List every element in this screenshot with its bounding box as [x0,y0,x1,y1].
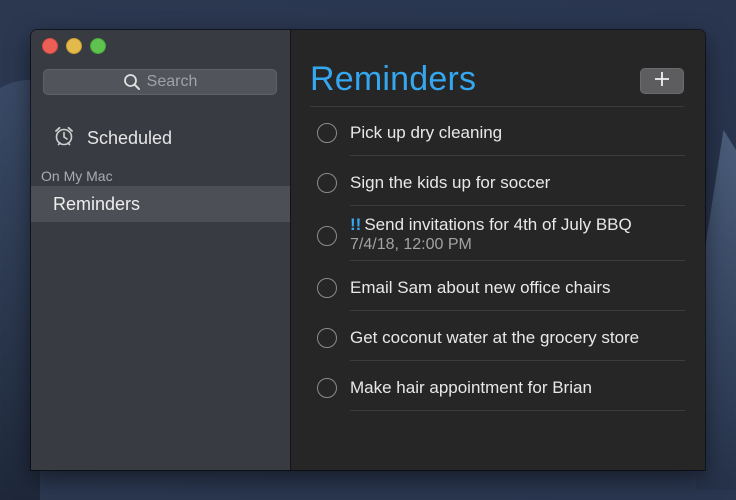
reminder-title[interactable]: Sign the kids up for soccer [350,173,550,193]
complete-checkbox[interactable] [317,278,337,298]
alarm-clock-icon [53,125,75,152]
section-label-on-my-mac: On My Mac [41,168,113,184]
header-divider [310,106,684,107]
reminder-title: Send invitations for 4th of July BBQ [364,215,632,234]
sidebar-item-label: Scheduled [87,128,173,148]
sidebar: Search Scheduled On My Mac Reminders [31,30,291,470]
add-reminder-button[interactable] [640,68,684,94]
priority-indicator: !! [350,215,362,234]
window-controls [42,38,106,54]
search-field[interactable]: Search [43,69,277,95]
close-button[interactable] [42,38,58,54]
divider [350,310,685,311]
reminder-title-row[interactable]: !! Send invitations for 4th of July BBQ [350,215,632,235]
sidebar-item-reminders[interactable]: Reminders [31,186,290,222]
zoom-button[interactable] [90,38,106,54]
search-icon [123,73,141,91]
reminder-title[interactable]: Make hair appointment for Brian [350,378,592,398]
minimize-button[interactable] [66,38,82,54]
reminder-title[interactable]: Pick up dry cleaning [350,123,502,143]
reminders-list-pane: Reminders Pick up dry cleaning Sign the … [291,30,705,470]
divider [350,205,685,206]
divider [350,155,685,156]
divider [350,410,685,411]
divider [350,260,685,261]
complete-checkbox[interactable] [317,328,337,348]
complete-checkbox[interactable] [317,123,337,143]
complete-checkbox[interactable] [317,173,337,193]
reminder-due-date: 7/4/18, 12:00 PM [350,236,472,253]
complete-checkbox[interactable] [317,226,337,246]
search-placeholder: Search [146,73,198,90]
reminders-window: Search Scheduled On My Mac Reminders Rem… [31,30,705,470]
divider [350,360,685,361]
complete-checkbox[interactable] [317,378,337,398]
page-title: Reminders [310,60,477,98]
sidebar-item-label: Reminders [53,193,141,214]
reminder-title[interactable]: Get coconut water at the grocery store [350,328,639,348]
sidebar-item-scheduled[interactable]: Scheduled [53,125,172,152]
plus-icon [654,71,670,92]
reminder-title[interactable]: Email Sam about new office chairs [350,278,610,298]
